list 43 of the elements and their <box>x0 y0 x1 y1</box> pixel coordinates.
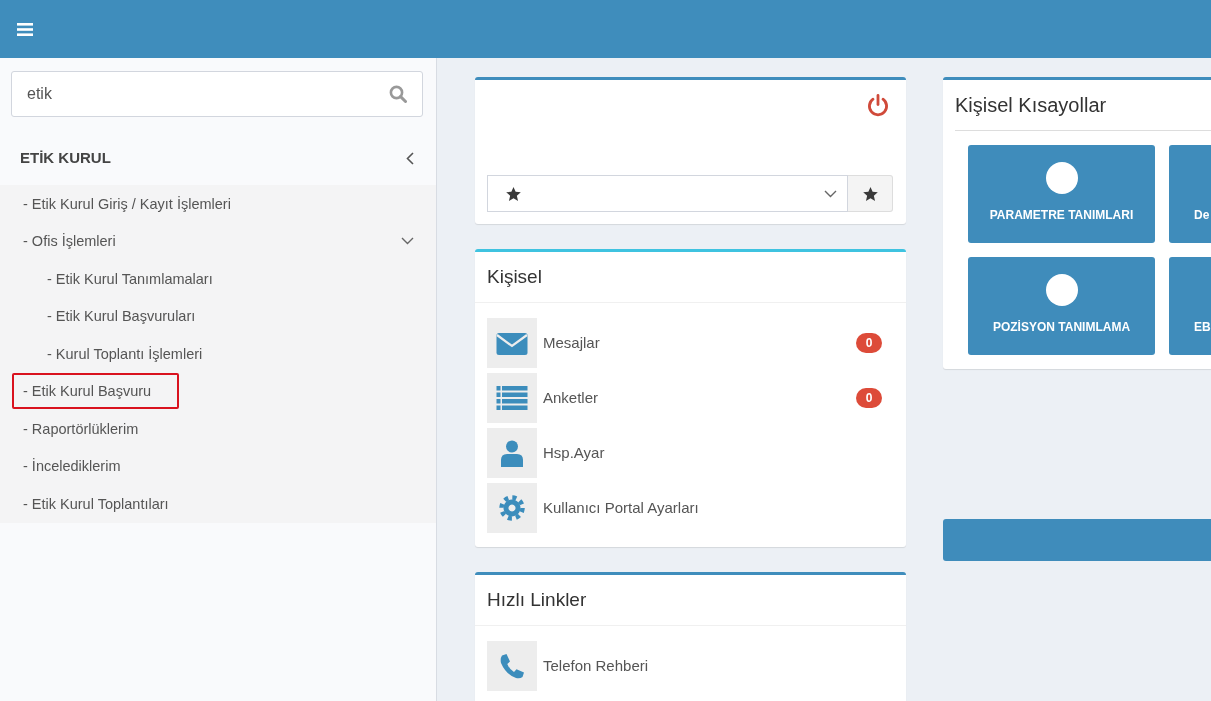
sidebar-menu-item[interactable]: - Raportörlüklerim <box>12 410 167 447</box>
sidebar-menu-item[interactable]: - Kurul Toplantı İşlemleri <box>36 335 231 372</box>
gear-icon <box>487 483 537 533</box>
sidebar-menu-item[interactable]: - Etik Kurul Giriş / Kayıt İşlemleri <box>12 185 259 222</box>
sidebar-menu-item[interactable]: - Ofis İşlemleri <box>12 223 144 260</box>
envelope-icon <box>487 318 537 368</box>
card-title: Kişisel Kısayollar <box>955 93 1107 118</box>
menu-section-toggle[interactable]: ETİK KURUL <box>0 131 436 185</box>
chevron-down-icon[interactable] <box>824 189 837 198</box>
list-link[interactable]: Kullanıcı Portal Ayarları <box>543 496 699 520</box>
phone-icon <box>487 641 537 691</box>
list-link[interactable]: Telefon Rehberi <box>543 654 649 678</box>
count-badge: 0 <box>856 388 882 408</box>
shortcut-tile[interactable]: De <box>1169 145 1211 243</box>
tile-label: POZİSYON TANIMLAMA <box>992 319 1131 336</box>
favorite-button[interactable] <box>848 175 893 212</box>
search-field[interactable]: etik <box>11 71 423 117</box>
card-title: Kişisel <box>487 264 542 289</box>
chevron-left-icon[interactable] <box>406 151 414 165</box>
sidebar-menu-item[interactable]: - Etik Kurul Toplantıları <box>12 485 197 522</box>
list-link[interactable]: Hsp.Ayar <box>543 441 605 465</box>
tile-label: De <box>1194 207 1210 224</box>
sidebar-menu-item[interactable]: - Etik Kurul Tanımlamaları <box>36 260 241 297</box>
star-icon <box>506 186 521 201</box>
count-badge: 0 <box>856 333 882 353</box>
card-title: Hızlı Linkler <box>487 587 587 612</box>
shortcut-tile[interactable]: PARAMETRE TANIMLARI <box>968 145 1155 243</box>
power-icon[interactable] <box>867 94 889 117</box>
tile-label: PARAMETRE TANIMLARI <box>989 207 1134 224</box>
sidebar-menu-item[interactable]: - İncelediklerim <box>12 448 149 485</box>
search-icon[interactable] <box>389 85 407 103</box>
sidebar-menu-item[interactable]: - Etik Kurul Başvuru <box>12 373 180 410</box>
tile-label: EB <box>1194 319 1211 336</box>
chevron-down-icon[interactable] <box>401 237 414 246</box>
user-icon <box>487 428 537 478</box>
menu-icon[interactable] <box>17 22 33 36</box>
shortcut-tile[interactable]: EB <box>1169 257 1211 355</box>
list-link[interactable]: Mesajlar <box>543 331 600 355</box>
list-link[interactable]: Anketler <box>543 386 599 410</box>
sidebar-menu-item[interactable]: - Etik Kurul Başvuruları <box>36 298 224 335</box>
shortcut-tile[interactable]: POZİSYON TANIMLAMA <box>968 257 1155 355</box>
list-icon <box>487 373 537 423</box>
star-icon <box>862 186 878 201</box>
